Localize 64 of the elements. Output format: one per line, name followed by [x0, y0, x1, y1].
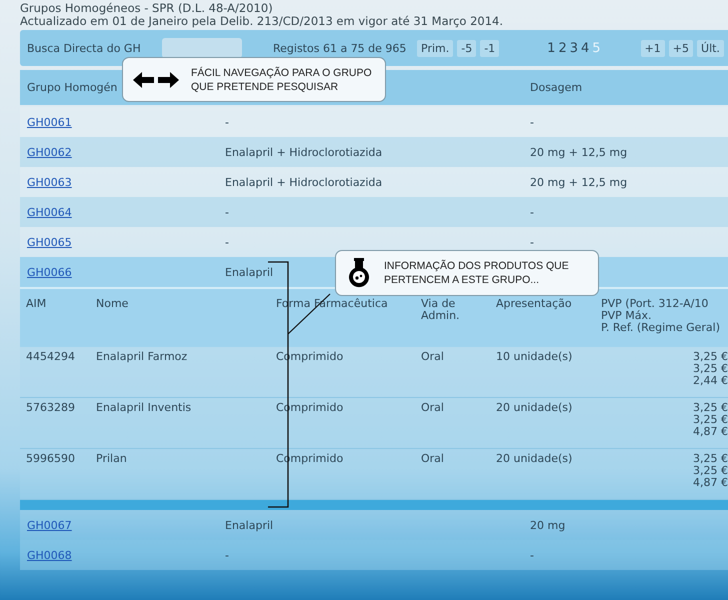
table-cell: Enalapril — [225, 518, 274, 532]
column-header: Grupo Homogén — [27, 81, 118, 94]
table-cell-text: Enalapril Farmoz — [96, 351, 188, 363]
double-arrow-icon — [133, 70, 179, 88]
page-step-button[interactable]: -1 — [480, 40, 500, 56]
column-header: Apresentação — [496, 298, 573, 310]
table-cell-text: Prilan — [96, 453, 128, 465]
table-cell-text: 20 unidade(s) — [496, 402, 574, 414]
table-cell: - — [225, 206, 229, 218]
column-header: Nome — [96, 298, 130, 310]
table-cell-text: 5996590 — [25, 453, 76, 465]
page-step-button[interactable]: Prim. — [417, 40, 454, 56]
page-step-button[interactable]: +5 — [668, 40, 694, 56]
page-step-button[interactable]: Últ. — [697, 40, 724, 56]
page-link[interactable]: 4 — [581, 40, 590, 56]
table-cell: - — [530, 116, 534, 128]
page-link[interactable]: 2 — [558, 40, 567, 56]
group-link[interactable]: GH0063 — [27, 176, 72, 188]
table-cell: - — [530, 236, 534, 248]
column-header: PVP (Port. 312-A/10 PVP Máx. P. Ref. (Regime Geral) — [601, 298, 722, 334]
table-cell-text: Oral — [421, 453, 445, 465]
column-header: Dosagem — [530, 81, 582, 94]
page-link[interactable]: 1 — [547, 40, 556, 56]
callout-text: INFORMAÇÃO DOS PRODUTOS QUE PERTENCEM A ESTE GRUPO... — [384, 259, 569, 287]
table-cell: - — [225, 236, 229, 248]
price-cell-text: 3,25 € 3,25 € 2,44 € — [692, 351, 728, 387]
column-header: Via de Admin. — [421, 298, 461, 322]
column-header: AIM — [25, 298, 48, 310]
table-cell-text: 5763289 — [25, 402, 76, 414]
search-label: Busca Directa do GH — [27, 42, 142, 54]
price-cell-text: 3,25 € 3,25 € 4,87 € — [692, 402, 728, 438]
page-link[interactable]: 3 — [570, 40, 578, 56]
table-cell-text: Oral — [421, 402, 445, 414]
table-cell: - — [530, 206, 534, 218]
table-cell: - — [225, 116, 229, 128]
page-step-button[interactable]: -5 — [457, 40, 476, 56]
records-count: Registos 61 a 75 de 965 — [273, 42, 408, 54]
price-cell-text: 3,25 € 3,25 € 4,87 € — [692, 453, 728, 489]
table-cell-text: Oral — [421, 351, 445, 363]
group-link[interactable]: GH0067 — [27, 518, 72, 532]
table-cell: - — [225, 548, 229, 562]
group-link[interactable]: GH0066 — [27, 266, 72, 278]
table-cell: Enalapril + Hidroclorotiazida — [225, 146, 382, 158]
table-cell: 20 mg — [530, 518, 566, 532]
table-cell-text: 4454294 — [25, 351, 76, 363]
callout-text: FÁCIL NAVEGAÇÃO PARA O GRUPO QUE PRETENDE PESQUISAR — [191, 66, 372, 94]
table-cell-text: Enalapril Inventis — [96, 402, 192, 414]
group-link[interactable]: GH0065 — [27, 236, 72, 248]
table-cell: - — [530, 548, 534, 562]
group-link[interactable]: GH0064 — [27, 206, 72, 218]
group-link[interactable]: GH0062 — [27, 146, 72, 158]
group-link[interactable]: GH0068 — [27, 548, 72, 562]
group-link[interactable]: GH0061 — [27, 116, 72, 128]
search-field[interactable] — [162, 38, 242, 58]
table-cell-text: 20 unidade(s) — [496, 453, 574, 465]
page-title: Grupos Homogéneos - SPR (D.L. 48-A/2010) — [20, 2, 274, 15]
flask-icon — [346, 258, 372, 288]
page-step-button[interactable]: +1 — [640, 40, 665, 56]
table-cell: Enalapril — [225, 266, 274, 278]
table-cell: Enalapril + Hidroclorotiazida — [225, 176, 382, 188]
update-note: Actualizado em 01 de Janeiro pela Delib. 213/CD/2013 em vigor até 31 Março 2014. — [20, 15, 504, 28]
table-cell: 20 mg + 12,5 mg — [530, 176, 628, 188]
table-cell: 20 mg + 12,5 mg — [530, 146, 628, 158]
table-cell-text: 10 unidade(s) — [496, 351, 574, 363]
